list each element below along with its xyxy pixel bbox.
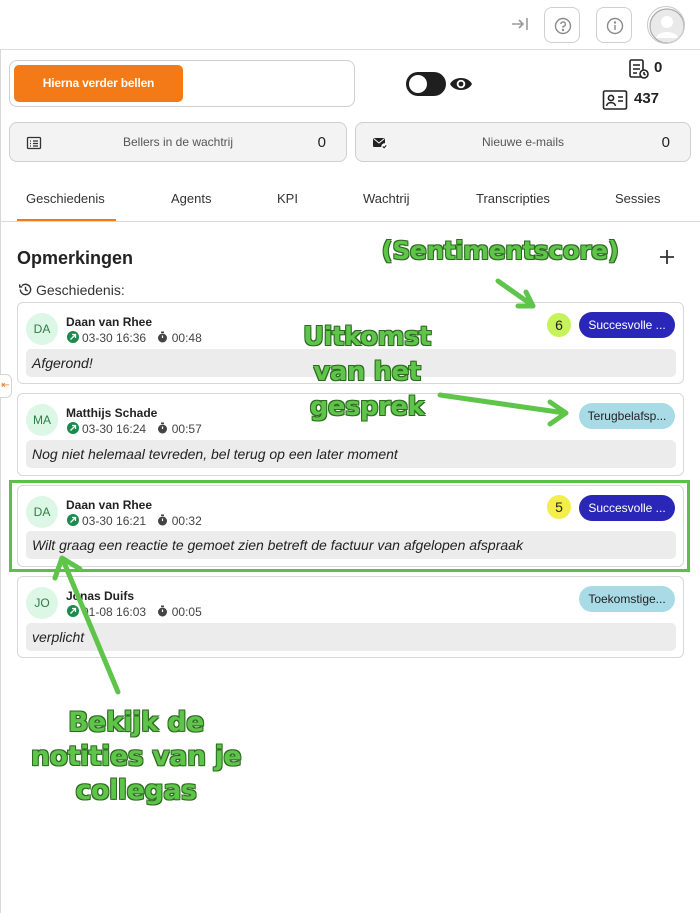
agent-name: Matthijs Schade: [66, 406, 158, 420]
active-tab-indicator: [17, 219, 116, 221]
tab-kpi[interactable]: KPI: [277, 191, 298, 206]
highlight-frame: [9, 480, 690, 572]
arrow-left-icon: ⇤: [1, 380, 10, 391]
note-card[interactable]: JO Jonas Duifs 01-08 16:03 00:05 Toekoms…: [17, 576, 684, 658]
history-label: Geschiedenis:: [36, 282, 125, 298]
outcome-annotation-line: gesprek: [309, 392, 425, 422]
avatar: JO: [26, 587, 58, 619]
panel-title: Opmerkingen: [17, 248, 134, 268]
outcome-badge[interactable]: Terugbelafsp...: [579, 403, 675, 429]
call-next-box: Hierna verder bellen: [9, 60, 355, 107]
sentiment-annotation: (Sentimentscore): [381, 236, 619, 265]
tab-wachtrij[interactable]: Wachtrij: [363, 191, 409, 206]
add-note-button[interactable]: [658, 248, 676, 266]
user-avatar-icon: [649, 8, 684, 43]
toggle-knob: [409, 75, 427, 93]
call-datetime: 01-08 16:03: [82, 605, 147, 619]
agent-name: Daan van Rhee: [66, 315, 153, 329]
history-icon: [18, 283, 32, 296]
top-bar: [0, 0, 700, 50]
avatar: DA: [26, 313, 58, 345]
call-datetime: 03-30 16:24: [82, 422, 147, 436]
help-button[interactable]: [544, 7, 580, 43]
notes-annotation-line: notities van je: [30, 741, 242, 772]
inbound-call-icon: [67, 422, 79, 434]
tab-transcripties[interactable]: Transcripties: [476, 191, 550, 206]
outcome-badge[interactable]: Toekomstige...: [579, 586, 675, 612]
notes-annotation: Bekijk de notities van je collegas: [20, 706, 252, 808]
inbound-call-icon: [67, 605, 79, 617]
info-icon: [606, 17, 624, 35]
queue-count: 0: [317, 134, 326, 151]
notes-annotation-line: Bekijk de: [68, 707, 204, 738]
contacts-count: 437: [634, 90, 660, 107]
call-duration: 00:05: [171, 605, 202, 619]
call-datetime: 03-30 16:36: [82, 331, 147, 345]
tab-agents[interactable]: Agents: [171, 191, 211, 206]
stopwatch-icon: [157, 605, 168, 619]
avatar: MA: [26, 404, 58, 436]
call-meta: 03-30 16:36 00:48: [67, 331, 202, 345]
collapse-right-icon[interactable]: [509, 13, 531, 35]
outcome-annotation-line: van het: [313, 357, 421, 387]
email-label: Nieuwe e-mails: [481, 135, 565, 149]
contact-card-icon: [602, 90, 628, 110]
call-duration: 00:57: [171, 422, 202, 436]
tab-sessies[interactable]: Sessies: [615, 191, 661, 206]
stopwatch-icon: [157, 422, 168, 436]
plus-icon: [660, 250, 674, 264]
note-text: Nog niet helemaal tevreden, bel terug op…: [26, 440, 676, 468]
outcome-badge[interactable]: Succesvolle ...: [579, 312, 675, 338]
user-avatar-button[interactable]: [647, 6, 685, 44]
history-heading: Geschiedenis:: [18, 282, 125, 298]
stopwatch-icon: [157, 331, 168, 345]
expand-left-handle[interactable]: ⇤: [0, 374, 12, 398]
info-button[interactable]: [596, 7, 632, 43]
task-list-icon: [629, 59, 649, 79]
sentiment-score: 6: [547, 313, 571, 337]
call-meta: 03-30 16:24 00:57: [67, 422, 202, 436]
tab-bar: Geschiedenis Agents KPI Wachtrij Transcr…: [0, 180, 700, 222]
call-duration: 00:48: [171, 331, 202, 345]
tab-geschiedenis[interactable]: Geschiedenis: [26, 191, 105, 206]
queue-card[interactable]: Bellers in de wachtrij 0: [9, 122, 347, 162]
notes-annotation-line: collegas: [75, 775, 198, 806]
outcome-annotation: Uitkomst van het gesprek: [282, 320, 452, 425]
help-icon: [554, 17, 572, 35]
note-text: verplicht: [26, 623, 676, 651]
queue-label: Bellers in de wachtrij: [122, 135, 234, 149]
email-card[interactable]: Nieuwe e-mails 0: [355, 122, 691, 162]
inbound-call-icon: [67, 331, 79, 343]
call-meta: 01-08 16:03 00:05: [67, 605, 202, 619]
email-count: 0: [661, 134, 670, 151]
outcome-annotation-line: Uitkomst: [303, 322, 431, 352]
agent-name: Jonas Duifs: [66, 589, 135, 603]
visibility-toggle[interactable]: [406, 72, 446, 96]
tasks-count: 0: [654, 59, 663, 76]
call-next-button[interactable]: Hierna verder bellen: [14, 65, 183, 102]
eye-icon: [449, 73, 473, 95]
